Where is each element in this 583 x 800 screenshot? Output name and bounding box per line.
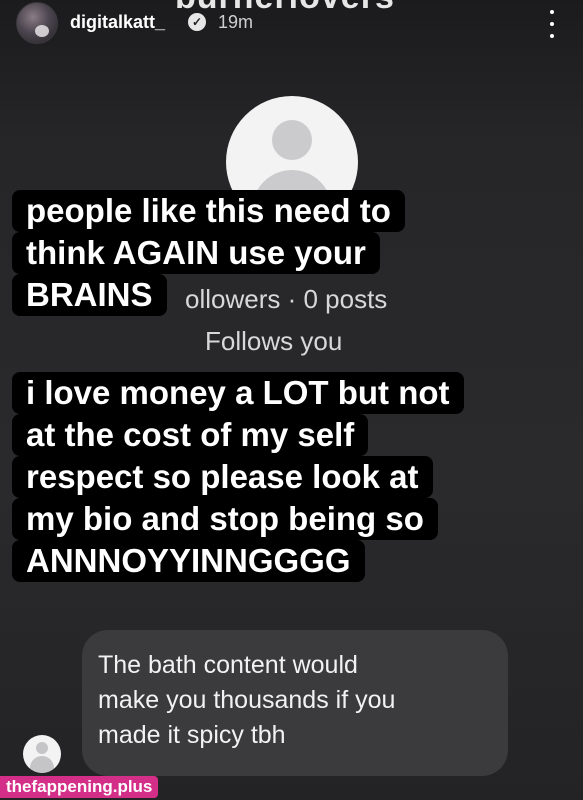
message-line: made it spicy tbh <box>98 721 286 749</box>
watermark: thefappening.plus <box>0 776 159 798</box>
timestamp: 19m <box>218 12 254 32</box>
message-line: The bath content would <box>98 651 358 679</box>
user-avatar[interactable] <box>16 2 58 44</box>
avatar-head-shape <box>36 742 48 754</box>
username[interactable]: digitalkatt_ <box>70 12 165 33</box>
caption-line: BRAINS <box>12 274 167 316</box>
caption-line: think AGAIN use your <box>12 232 380 274</box>
caption-line: at the cost of my self <box>12 414 369 456</box>
story-header: burnerlovers digitalkatt_ ✓ 19m <box>0 0 583 50</box>
avatar-body-shape <box>30 756 54 773</box>
avatar-head-shape <box>272 120 312 160</box>
message-bubble: The bath content would make you thousand… <box>82 630 508 776</box>
follows-you-label: Follows you <box>205 326 343 356</box>
more-vertical-icon[interactable] <box>542 10 562 38</box>
caption-line: ANNNOYYINNGGGG <box>12 540 365 582</box>
message-line: make you thousands if you <box>98 686 396 714</box>
sender-avatar[interactable] <box>23 735 61 773</box>
caption-line: respect so please look at <box>12 456 433 498</box>
caption-block-1: people like this need to think AGAIN use… <box>12 190 405 316</box>
verified-badge-icon: ✓ <box>188 13 206 31</box>
caption-line: people like this need to <box>12 190 405 232</box>
top-partial-text: burnerlovers <box>175 0 395 17</box>
caption-line: i love money a LOT but not <box>12 372 464 414</box>
caption-line: my bio and stop being so <box>12 498 438 540</box>
caption-block-2: i love money a LOT but not at the cost o… <box>12 372 464 582</box>
